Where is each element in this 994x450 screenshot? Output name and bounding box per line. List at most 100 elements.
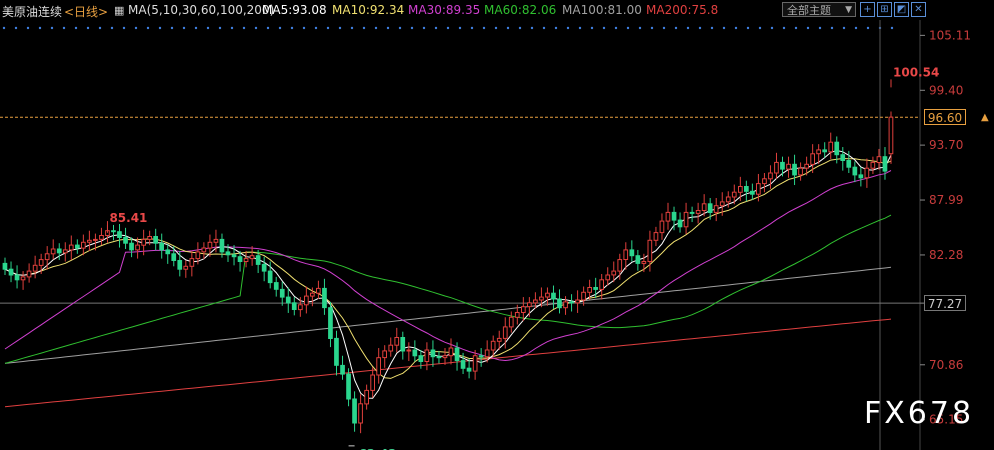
candle-up — [581, 291, 586, 301]
ma100-line — [4, 266, 892, 364]
ma-settings-icon[interactable]: ▦ — [114, 4, 124, 17]
candle-down — [858, 174, 864, 179]
header-dot — [758, 26, 762, 30]
theme-dropdown-label: 全部主题 — [787, 4, 831, 17]
header-dot — [398, 26, 402, 30]
candle-up — [587, 287, 592, 293]
candle-down — [689, 211, 695, 214]
header-dot — [734, 26, 738, 30]
candle-down — [171, 253, 177, 262]
candle-up — [605, 274, 611, 281]
close-icon[interactable]: ✕ — [911, 2, 926, 17]
header-dot — [518, 26, 522, 30]
candle-down — [454, 347, 460, 361]
candle-up — [725, 196, 731, 203]
header-dot — [182, 26, 186, 30]
header-dot — [722, 26, 726, 30]
candle-up — [701, 203, 707, 212]
candle-up — [147, 236, 153, 240]
header-dot — [494, 26, 498, 30]
candle-down — [14, 274, 20, 281]
header-dot — [278, 26, 282, 30]
candle-up — [756, 183, 761, 195]
candle-up — [496, 337, 502, 342]
candle-up — [527, 302, 532, 308]
ma200-line — [4, 318, 892, 408]
candle-up — [611, 270, 617, 276]
candle-up — [484, 349, 490, 358]
candle-down — [635, 255, 641, 264]
header-dot — [374, 26, 378, 30]
candle-down — [677, 219, 683, 228]
candle-up — [38, 259, 44, 266]
header-dot — [818, 26, 822, 30]
candle-up — [207, 241, 213, 249]
y-tick-label: 70.86 — [929, 358, 963, 372]
header-dot — [350, 26, 354, 30]
candle-up — [768, 172, 773, 180]
theme-dropdown[interactable]: 全部主题 ▼ — [782, 2, 856, 17]
candle-down — [852, 166, 858, 176]
candlestick-chart: 105.1199.4093.7087.9982.2877.2770.8665.1… — [0, 20, 989, 450]
header-dot — [710, 26, 714, 30]
chevron-down-icon: ▼ — [845, 5, 852, 15]
current-price-arrow-icon: ▲ — [981, 112, 989, 123]
ma30-value: MA30:89.35 — [408, 3, 481, 17]
annotation-label-high: 100.54 — [893, 65, 939, 79]
candle-up — [870, 161, 876, 169]
header-dot — [422, 26, 426, 30]
header-dot — [686, 26, 690, 30]
candle-up — [316, 287, 321, 294]
candle-down — [237, 256, 243, 263]
y-tick-label: 87.99 — [929, 193, 963, 207]
header-dot — [770, 26, 774, 30]
header-dot — [62, 26, 66, 30]
header-dot — [194, 26, 198, 30]
header-dot — [470, 26, 474, 30]
candle-down — [466, 367, 472, 372]
ma60-value: MA60:82.06 — [484, 3, 557, 17]
reference-price-badge: 77.27 — [924, 295, 966, 312]
instrument-name[interactable]: 美原油连续 — [2, 3, 62, 20]
candle-down — [328, 307, 333, 340]
header-dot — [830, 26, 834, 30]
candle-down — [285, 296, 291, 304]
candle-down — [412, 349, 418, 357]
grid-icon[interactable]: ⊞ — [877, 2, 892, 17]
candle-up — [195, 251, 201, 260]
candle-up — [653, 232, 659, 241]
add-button[interactable]: + — [860, 2, 875, 17]
candle-up — [786, 163, 791, 170]
candle-up — [382, 350, 387, 359]
header-dot — [206, 26, 210, 30]
header-dot — [110, 26, 114, 30]
candle-up — [388, 344, 394, 352]
annotation-label-high: 85.41 — [109, 211, 147, 225]
candle-down — [882, 156, 888, 172]
candle-up — [44, 253, 50, 261]
candle-up — [545, 292, 550, 298]
header-dot — [290, 26, 294, 30]
ma100-value: MA100:81.00 — [562, 3, 642, 17]
candle-down — [8, 268, 14, 276]
header-dot — [842, 26, 846, 30]
header-dot — [158, 26, 162, 30]
candle-down — [153, 236, 159, 244]
restore-window-icon[interactable]: ◩ — [894, 2, 909, 17]
candle-up — [502, 326, 508, 339]
candle-down — [159, 242, 165, 251]
candle-up — [816, 149, 821, 155]
candle-up — [442, 355, 448, 359]
candle-down — [255, 255, 261, 265]
header-dot — [854, 26, 858, 30]
candle-up — [774, 161, 779, 174]
candle-down — [436, 356, 442, 359]
header-dot — [698, 26, 702, 30]
candle-down — [111, 230, 116, 233]
header-dot — [338, 26, 342, 30]
period-label[interactable]: <日线> — [64, 3, 108, 20]
ma-params-label[interactable]: MA(5,10,30,60,100,200) — [128, 3, 274, 17]
candle-up — [394, 337, 400, 346]
ma60-line — [4, 214, 892, 364]
candle-up — [298, 304, 303, 311]
